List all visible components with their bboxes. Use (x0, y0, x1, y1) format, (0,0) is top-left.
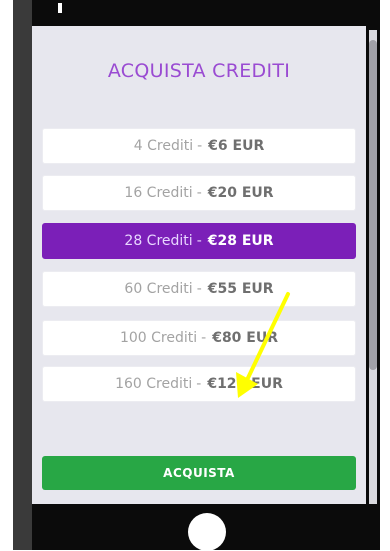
credit-price: €120 EUR (207, 376, 283, 392)
scrollbar-thumb[interactable] (369, 40, 377, 370)
separator: - (197, 138, 203, 154)
separator: - (196, 185, 202, 201)
credit-option-4[interactable]: 4 Crediti - €6 EUR (42, 128, 356, 164)
credit-price: €6 EUR (208, 138, 265, 154)
credit-amount: 160 Crediti (115, 376, 193, 392)
credit-amount: 16 Crediti (124, 185, 193, 201)
credit-option-16[interactable]: 16 Crediti - €20 EUR (42, 175, 356, 211)
credit-price: €55 EUR (207, 281, 274, 297)
separator: - (196, 233, 202, 249)
credit-price: €28 EUR (207, 233, 274, 249)
credit-amount: 28 Crediti (124, 233, 193, 249)
home-button[interactable] (188, 513, 226, 551)
credit-option-60[interactable]: 60 Crediti - €55 EUR (42, 271, 356, 307)
status-indicator (58, 3, 62, 13)
scrollbar[interactable] (369, 30, 377, 504)
credit-amount: 60 Crediti (124, 281, 193, 297)
separator: - (201, 330, 207, 346)
credit-price: €20 EUR (207, 185, 274, 201)
modal-title: ACQUISTA CREDITI (107, 60, 291, 82)
separator: - (196, 376, 202, 392)
buy-button[interactable]: ACQUISTA (42, 456, 356, 490)
credit-option-160[interactable]: 160 Crediti - €120 EUR (42, 366, 356, 402)
credit-amount: 100 Crediti (119, 330, 198, 346)
credit-amount: 4 Crediti (133, 138, 194, 154)
purchase-modal (32, 26, 366, 504)
device-bezel (13, 0, 32, 550)
credit-option-100[interactable]: 100 Crediti - €80 EUR (42, 320, 356, 356)
credit-price: €80 EUR (212, 330, 279, 346)
credit-option-28-selected[interactable]: 28 Crediti - €28 EUR (42, 223, 356, 259)
separator: - (196, 281, 202, 297)
